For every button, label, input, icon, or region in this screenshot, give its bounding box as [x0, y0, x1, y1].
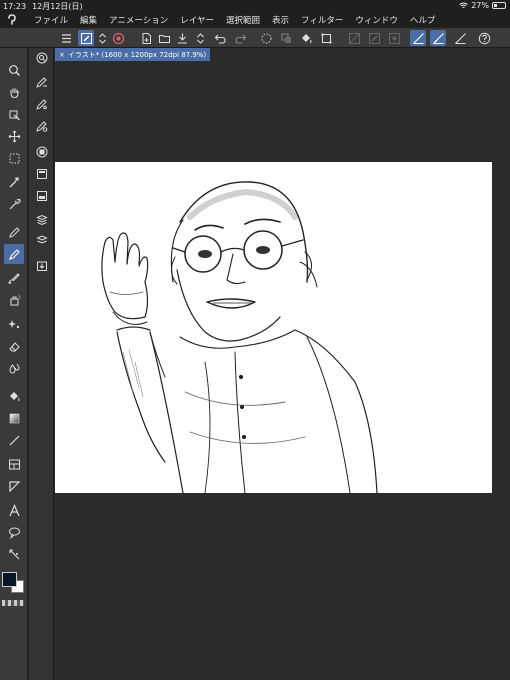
ruler-3-icon[interactable] [452, 30, 468, 46]
ruler-icon[interactable] [4, 476, 24, 496]
status-time: 17:23 [3, 1, 27, 11]
menu-animation[interactable]: アニメーション [109, 14, 168, 26]
menu-help[interactable]: ヘルプ [410, 14, 436, 26]
open-folder-icon[interactable] [156, 30, 172, 46]
undo-icon[interactable] [212, 30, 228, 46]
battery-fill [494, 4, 497, 7]
import-icon[interactable] [32, 256, 51, 275]
layer-property-icon[interactable] [32, 142, 51, 161]
text-icon[interactable] [4, 500, 24, 520]
decoration-icon[interactable] [4, 314, 24, 334]
app-window: 17:23 12月12日(日) 27% ファイル 編集 アニメーション レイヤー… [0, 0, 510, 680]
transform-icon[interactable] [318, 30, 334, 46]
main-color-chip[interactable] [2, 572, 17, 587]
canvas-tab-bar: × イラスト* (1600 x 1200px 72dpi 87.9%) [55, 48, 510, 61]
tab-close-icon[interactable]: × [59, 51, 65, 59]
pencil-subtool-2-icon[interactable] [32, 94, 51, 113]
pen-icon[interactable] [4, 222, 24, 242]
auto-select-icon[interactable] [4, 172, 24, 192]
wifi-icon [459, 2, 468, 8]
pencil-subtool-icon[interactable] [32, 72, 51, 91]
snap-1-icon[interactable] [346, 30, 362, 46]
menu-icon[interactable] [58, 30, 74, 46]
gallery-icon[interactable] [110, 30, 126, 46]
fill-icon[interactable] [4, 386, 24, 406]
brush-icon[interactable] [4, 268, 24, 288]
ruler-2-icon[interactable] [430, 30, 446, 46]
chevron-updown-icon[interactable] [94, 30, 110, 46]
help-icon[interactable] [476, 30, 492, 46]
eyedropper-icon[interactable] [4, 194, 24, 214]
draw-mode-icon[interactable] [78, 30, 94, 46]
gradient-icon[interactable] [4, 408, 24, 428]
redo-icon[interactable] [232, 30, 248, 46]
menu-layer[interactable]: レイヤー [180, 14, 214, 26]
selection-icon[interactable] [4, 148, 24, 168]
hand-icon[interactable] [4, 82, 24, 102]
battery-icon [492, 2, 506, 9]
pencil-subtool-3-icon[interactable] [32, 116, 51, 135]
balloon-icon[interactable] [4, 522, 24, 542]
clear-selection-icon[interactable] [258, 30, 274, 46]
pencil-icon[interactable] [4, 244, 24, 264]
zoom-icon[interactable] [4, 60, 24, 80]
menu-view[interactable]: 表示 [272, 14, 289, 26]
status-right: 27% [459, 1, 506, 10]
sketch-drawing [101, 181, 378, 494]
new-file-icon[interactable] [138, 30, 154, 46]
status-date: 12月12日(日) [32, 1, 83, 11]
layers-icon[interactable] [32, 230, 51, 249]
copy-icon[interactable] [278, 30, 294, 46]
battery-percent: 27% [471, 1, 489, 10]
correct-line-icon[interactable] [4, 544, 24, 564]
canvas-tab-title: イラスト* (1600 x 1200px 72dpi 87.9%) [67, 50, 207, 59]
material-icon[interactable] [32, 210, 51, 229]
blend-icon[interactable] [4, 358, 24, 378]
figure-icon[interactable] [4, 430, 24, 450]
sub-tool-column [29, 48, 54, 680]
menu-file[interactable]: ファイル [34, 14, 68, 26]
fill-icon[interactable] [298, 30, 314, 46]
status-bar: 17:23 12月12日(日) 27% [0, 0, 510, 12]
command-bar [0, 28, 510, 48]
eraser-icon[interactable] [4, 336, 24, 356]
menu-bar: ファイル 編集 アニメーション レイヤー 選択範囲 表示 フィルター ウィンドウ… [0, 12, 510, 28]
menu-filter[interactable]: フィルター [301, 14, 343, 26]
save-icon[interactable] [174, 30, 190, 46]
layer-2-icon[interactable] [32, 186, 51, 205]
move-layer-icon[interactable] [4, 104, 24, 124]
snap-3-icon[interactable] [386, 30, 402, 46]
zoom-subtool-icon[interactable] [32, 48, 51, 67]
layer-icon[interactable] [32, 164, 51, 183]
operation-icon[interactable] [4, 126, 24, 146]
tool-palette [0, 48, 28, 680]
frame-icon[interactable] [4, 454, 24, 474]
menu-window[interactable]: ウィンドウ [355, 14, 398, 26]
airbrush-icon[interactable] [4, 290, 24, 310]
transparent-color-chip[interactable] [2, 600, 24, 606]
menu-edit[interactable]: 編集 [80, 14, 97, 26]
snap-2-icon[interactable] [366, 30, 382, 46]
menu-selection[interactable]: 選択範囲 [226, 14, 260, 26]
drawing-canvas[interactable] [55, 162, 492, 494]
ruler-1-icon[interactable] [410, 30, 426, 46]
canvas-tab[interactable]: × イラスト* (1600 x 1200px 72dpi 87.9%) [55, 48, 211, 61]
chevron-updown-icon[interactable] [192, 30, 208, 46]
color-chips [2, 572, 28, 596]
app-logo-icon[interactable] [0, 12, 24, 28]
